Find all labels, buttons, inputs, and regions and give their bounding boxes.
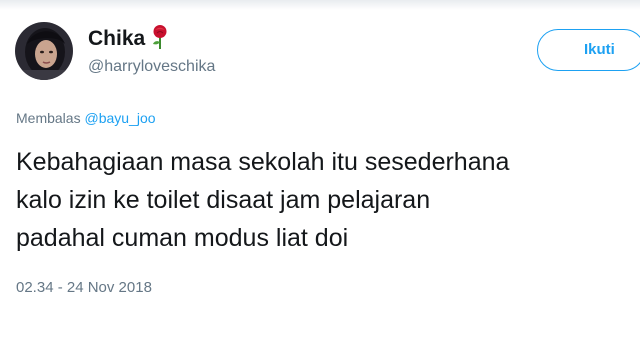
tweet-timestamp[interactable]: 02.34 - 24 Nov 2018	[16, 279, 152, 296]
reply-mention-link[interactable]: @bayu_joo	[84, 110, 155, 126]
tweet-card: Chika @harryloveschika Ikuti Membalas @b…	[0, 0, 640, 360]
tweet-line: padahal cuman modus liat doi	[16, 224, 349, 252]
top-divider	[0, 0, 640, 10]
avatar[interactable]	[15, 22, 73, 80]
display-name[interactable]: Chika	[88, 27, 145, 51]
tweet-line: Kebahagiaan masa sekolah itu sesederhana	[16, 148, 510, 176]
rose-icon	[153, 25, 167, 49]
tweet-text: Kebahagiaan masa sekolah itu sesederhana…	[16, 143, 640, 257]
reply-context: Membalas @bayu_joo	[16, 110, 156, 126]
tweet-line: kalo izin ke toilet disaat jam pelajaran	[16, 186, 431, 214]
reply-prefix: Membalas	[16, 110, 81, 126]
follow-button[interactable]: Ikuti	[537, 29, 640, 71]
profile-photo-icon	[15, 22, 73, 80]
user-handle[interactable]: @harryloveschika	[88, 58, 215, 76]
